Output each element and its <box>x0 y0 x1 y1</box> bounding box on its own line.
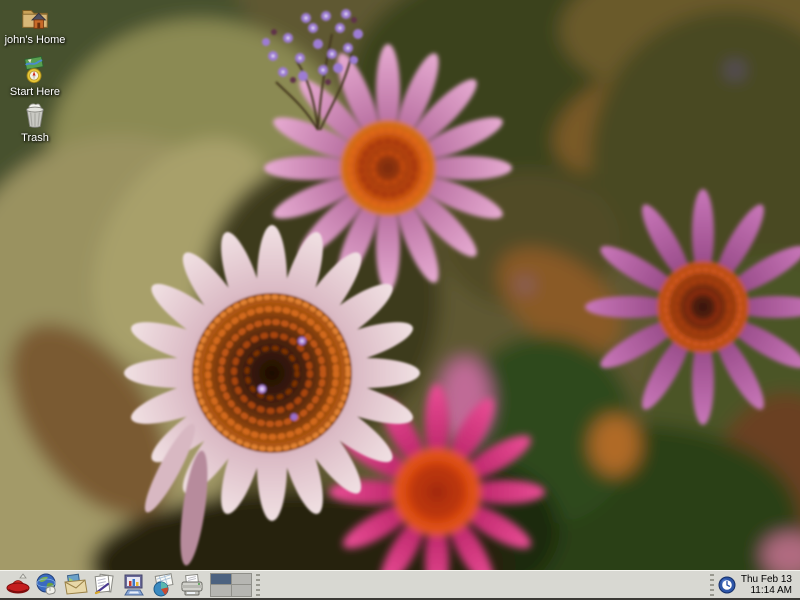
clock-drag-handle[interactable] <box>710 574 714 596</box>
main-menu-red-hat-icon <box>5 572 31 598</box>
clock-text: Thu Feb 13 11:14 AM <box>741 574 792 596</box>
email-button[interactable] <box>61 571 90 598</box>
desktop-icon-label: john's Home <box>5 34 66 46</box>
presentation-button[interactable] <box>119 571 148 598</box>
workspace-1[interactable] <box>211 574 231 585</box>
spreadsheet-button[interactable] <box>148 571 177 598</box>
workspace-switcher[interactable] <box>210 573 252 597</box>
bottom-panel: Thu Feb 13 11:14 AM <box>0 570 800 600</box>
trash-can-icon <box>21 101 49 131</box>
main-menu-button[interactable] <box>3 571 32 598</box>
clock-icon <box>718 576 736 594</box>
printer-icon <box>179 572 205 598</box>
desktop: john's Home Start Here Trash <box>0 0 800 600</box>
clock-time: 11:14 AM <box>741 585 792 596</box>
desktop-icon-label: Trash <box>21 132 49 144</box>
home-folder-icon <box>20 3 50 33</box>
web-browser-icon <box>34 572 60 598</box>
desktop-icon-start-here[interactable]: Start Here <box>1 55 69 98</box>
desktop-icon-trash[interactable]: Trash <box>1 101 69 144</box>
web-browser-button[interactable] <box>32 571 61 598</box>
workspace-3[interactable] <box>211 585 231 596</box>
word-processor-icon <box>92 572 118 598</box>
clock-date: Thu Feb 13 <box>741 574 792 585</box>
printer-button[interactable] <box>177 571 206 598</box>
email-icon <box>63 572 89 598</box>
start-here-icon <box>20 55 50 85</box>
workspace-4[interactable] <box>232 585 252 596</box>
clock-applet[interactable]: Thu Feb 13 11:14 AM <box>718 574 797 596</box>
wallpaper-photo <box>0 0 800 600</box>
pager-drag-handle[interactable] <box>256 574 260 596</box>
presentation-icon <box>121 572 147 598</box>
spreadsheet-icon <box>150 572 176 598</box>
workspace-2[interactable] <box>232 574 252 585</box>
desktop-icon-label: Start Here <box>10 86 60 98</box>
desktop-icon-johns-home[interactable]: john's Home <box>1 3 69 46</box>
word-processor-button[interactable] <box>90 571 119 598</box>
